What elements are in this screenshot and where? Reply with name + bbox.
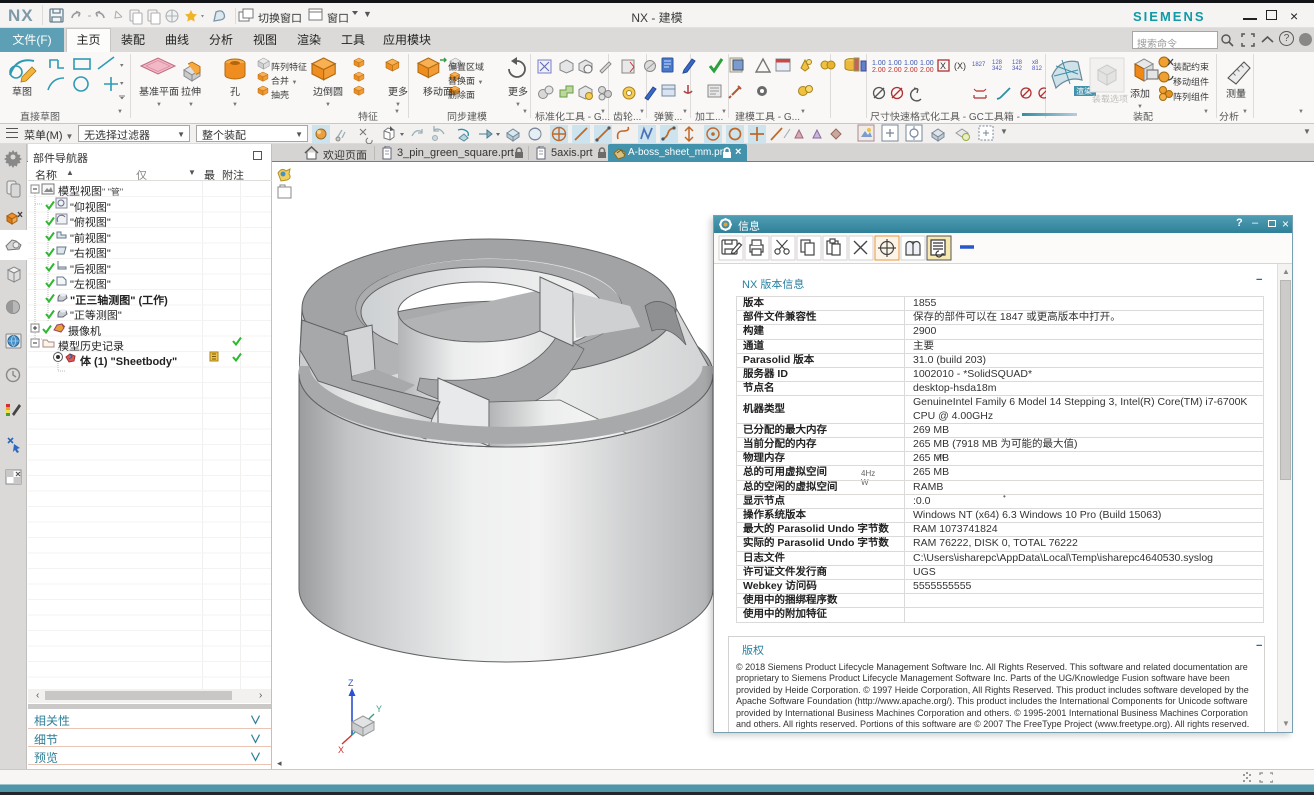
svg-text:1.00: 1.00 <box>888 60 902 67</box>
svg-text:2.00: 2.00 <box>904 67 918 74</box>
svg-text:(X): (X) <box>954 61 966 71</box>
svg-text:812: 812 <box>1032 66 1043 72</box>
svg-text:1.00: 1.00 <box>872 60 886 67</box>
svg-text:1.00: 1.00 <box>920 60 934 67</box>
svg-text:1.00: 1.00 <box>904 60 918 67</box>
svg-text:X: X <box>338 745 344 755</box>
svg-text:342: 342 <box>992 66 1003 72</box>
svg-text:2.00: 2.00 <box>872 67 886 74</box>
svg-text:1827: 1827 <box>972 62 986 68</box>
svg-text:X: X <box>940 61 946 71</box>
svg-text:Z: Z <box>348 678 354 688</box>
svg-text:2.00: 2.00 <box>920 67 934 74</box>
svg-text:2.00: 2.00 <box>888 67 902 74</box>
svg-text:Y: Y <box>376 704 382 714</box>
svg-text:342: 342 <box>1012 66 1023 72</box>
